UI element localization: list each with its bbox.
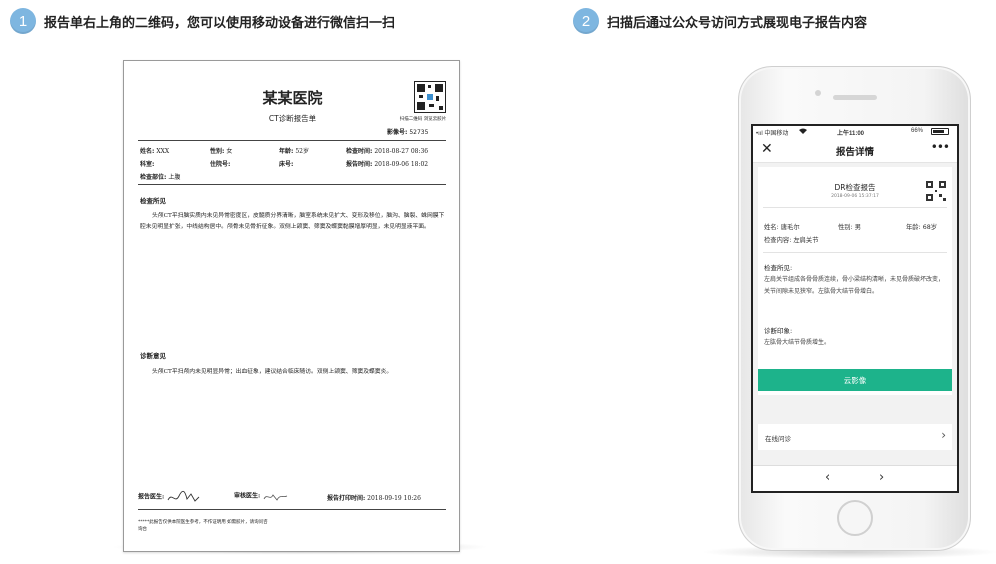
battery-percent: 66% <box>911 128 924 134</box>
report-footnote: *****此报告仅供本院医生参考，不作证明用 如需胶片，请询问咨询台 <box>138 520 268 532</box>
report-qr-icon <box>414 81 446 113</box>
nav-bar: ✕ 报告详情 ••• <box>753 137 957 163</box>
home-button[interactable] <box>837 500 873 536</box>
reviewer-doctor: 审核医生: <box>234 489 290 503</box>
back-arrow-icon[interactable]: ‹ <box>825 470 830 485</box>
patient-age-value: 52岁 <box>295 148 309 155</box>
report-time-label: 报告时间: <box>346 161 373 168</box>
status-bar: •ııl 中国移动 上午11:00 66% <box>753 126 957 137</box>
speaker-grille <box>833 95 877 100</box>
patient-name-value: XXX <box>156 148 170 155</box>
patient-age-label: 年龄: <box>906 224 921 231</box>
more-icon[interactable]: ••• <box>931 140 950 154</box>
step-1-badge: 1 <box>10 8 36 34</box>
divider <box>138 140 446 141</box>
print-time-label: 报告打印时间: <box>327 495 366 502</box>
ward-number-label: 住院号: <box>210 161 231 168</box>
findings-title: 检查所见 <box>140 197 166 205</box>
department: 科室: <box>140 159 154 168</box>
patient-gender-value: 男 <box>854 224 862 231</box>
image-number-value: 52735 <box>409 129 429 136</box>
signature-icon <box>263 494 288 501</box>
carrier-label: •ııl 中国移动 <box>756 131 789 137</box>
nav-title: 报告详情 <box>835 147 874 158</box>
patient-gender-label: 性别: <box>838 224 853 231</box>
exam-content: 检查内容: 左肩关节 <box>764 235 819 244</box>
exam-content-label: 检查内容: <box>764 237 792 244</box>
step-2-header: 2 扫描后通过公众号访问方式展现电子报告内容 <box>573 8 867 34</box>
hospital-name: 某某医院 <box>262 89 323 107</box>
ct-report-paper: 某某医院 CT诊断报告单 扫描二维码 浏览云胶片 影像号: 52735 姓名: … <box>123 60 460 552</box>
chevron-right-icon: › <box>941 428 946 442</box>
report-doctor: 报告医生: <box>138 489 200 505</box>
ward-number: 住院号: <box>210 159 230 168</box>
status-time: 上午11:00 <box>837 131 865 137</box>
qr-code-icon[interactable] <box>926 181 946 201</box>
patient-age-label: 年龄: <box>279 148 294 155</box>
image-number-label: 影像号: <box>387 129 408 136</box>
bed-number: 床号: <box>279 159 293 168</box>
patient-name-value: 唐毛尔 <box>780 224 800 231</box>
report-doctor-label: 报告医生: <box>138 493 165 501</box>
patient-age: 年龄: 68岁 <box>906 222 937 231</box>
phone-screen: •ııl 中国移动 上午11:00 66% ✕ 报告详情 ••• DR检查报告 … <box>751 124 959 493</box>
report-time-value: 2018-09-06 18:02 <box>374 161 429 168</box>
findings-text: 头颅CT平扫脑实质内未见异常密度区，皮髓质分界清晰，脑室系统未见扩大、变形及移位… <box>140 213 445 230</box>
patient-name-label: 姓名: <box>140 148 155 155</box>
impression-title: 诊断意见 <box>140 352 166 360</box>
findings-text: 左肩关节组成各骨骨质连续，骨小梁结构清晰，未见骨质破坏改变，关节间隙未见狭窄。左… <box>764 276 945 295</box>
image-number: 影像号: 52735 <box>387 127 428 136</box>
exam-part: 检查部位: 上腹 <box>140 172 180 181</box>
patient-gender-value: 女 <box>226 148 233 155</box>
impression-text: 左肱骨大结节骨质增生。 <box>764 339 831 346</box>
bed-number-label: 床号: <box>279 161 294 168</box>
signature-icon <box>167 490 200 502</box>
wifi-icon <box>799 128 807 136</box>
patient-gender-label: 性别: <box>210 148 225 155</box>
card-divider <box>763 252 947 253</box>
exam-part-value: 上腹 <box>168 174 181 181</box>
exam-part-label: 检查部位: <box>140 174 167 181</box>
patient-gender: 性别: 男 <box>838 222 861 231</box>
online-consult-label: 在线问诊 <box>765 435 791 443</box>
patient-name: 姓名: 唐毛尔 <box>764 222 800 231</box>
print-time: 报告打印时间: 2018-09-19 10:26 <box>327 493 421 502</box>
cloud-image-button[interactable]: 云影像 <box>758 369 952 391</box>
online-consult-row[interactable]: 在线问诊 › <box>758 424 952 450</box>
card-divider <box>763 207 947 208</box>
patient-name: 姓名: XXX <box>140 146 169 155</box>
card-date: 2018-09-06 15:37:17 <box>831 194 879 199</box>
divider <box>138 184 446 185</box>
step-1-header: 1 报告单右上角的二维码，您可以使用移动设备进行微信扫一扫 <box>10 8 395 34</box>
patient-gender: 性别: 女 <box>210 146 232 155</box>
impression-title: 诊断印象: <box>764 327 793 335</box>
battery-fill <box>933 130 944 133</box>
exam-time: 检查时间: 2018-08-27 08:36 <box>346 146 428 155</box>
exam-time-value: 2018-08-27 08:36 <box>374 148 429 155</box>
camera-icon <box>815 90 821 96</box>
step-2-badge: 2 <box>573 8 599 34</box>
step-2-text: 扫描后通过公众号访问方式展现电子报告内容 <box>607 15 868 31</box>
exam-time-label: 检查时间: <box>346 148 373 155</box>
browser-bottom-bar: ‹ › <box>753 465 957 491</box>
report-card: DR检查报告 2018-09-06 15:37:17 姓名: 唐毛尔 性别: 男… <box>758 167 952 395</box>
patient-age: 年龄: 52岁 <box>279 146 309 155</box>
findings-title: 检查所见: <box>764 264 793 272</box>
impression-text: 头颅CT平扫颅内未见明显异常；出血征象，建议结合临床随访。双侧上颌窦、筛窦及蝶窦… <box>152 369 393 375</box>
divider <box>138 509 446 510</box>
step-1-text: 报告单右上角的二维码，您可以使用移动设备进行微信扫一扫 <box>44 15 396 31</box>
qr-caption: 扫描二维码 浏览云胶片 <box>399 117 447 122</box>
exam-content-value: 左肩关节 <box>793 237 819 244</box>
card-title: DR检查报告 <box>834 183 876 192</box>
battery-icon <box>931 128 949 135</box>
report-time: 报告时间: 2018-09-06 18:02 <box>346 159 428 168</box>
department-label: 科室: <box>140 161 155 168</box>
reviewer-doctor-label: 审核医生: <box>234 492 261 500</box>
print-time-value: 2018-09-19 10:26 <box>367 495 421 502</box>
forward-arrow-icon[interactable]: › <box>879 470 884 485</box>
patient-age-value: 68岁 <box>922 224 938 231</box>
patient-name-label: 姓名: <box>764 224 779 231</box>
